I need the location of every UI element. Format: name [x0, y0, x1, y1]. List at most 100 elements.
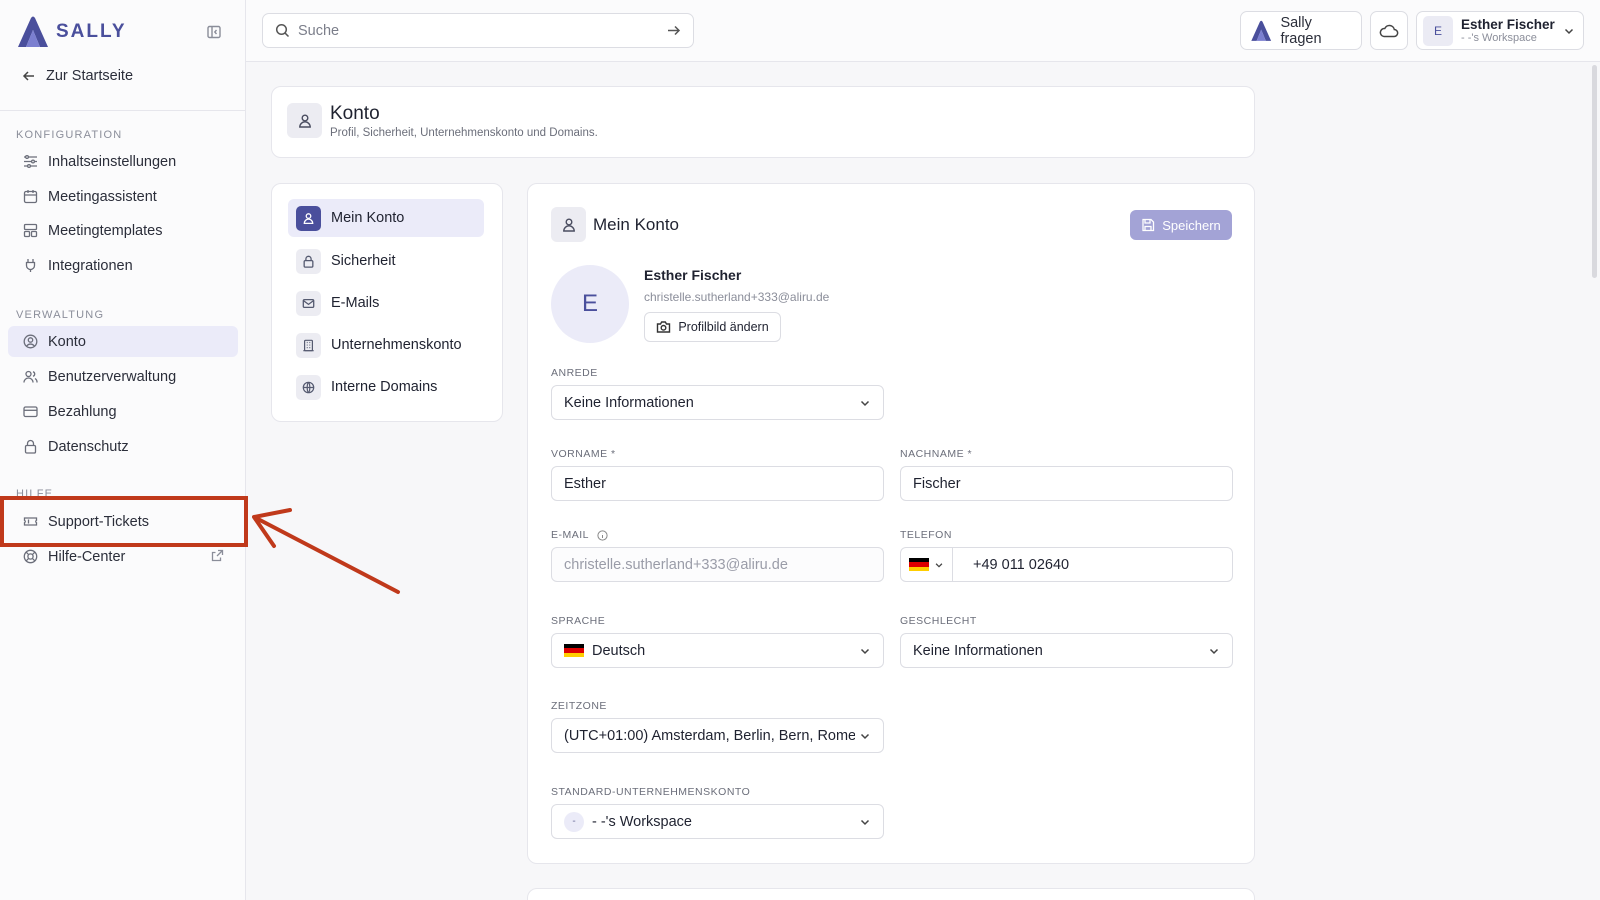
chevron-down-icon	[860, 648, 870, 655]
page-scrollbar[interactable]	[1592, 65, 1597, 278]
sidebar-item-konto[interactable]: Konto	[8, 326, 238, 357]
salutation-value: Keine Informationen	[564, 394, 694, 411]
search-icon	[275, 23, 290, 38]
lastname-label: NACHNAME *	[900, 448, 973, 460]
lastname-value: Fischer	[913, 475, 961, 492]
sidebar-collapse-icon[interactable]	[206, 24, 222, 40]
sidebar-item-label: Bezahlung	[48, 403, 117, 420]
user-circle-icon	[23, 334, 38, 349]
subnav-label: E-Mails	[331, 295, 380, 311]
page-header-card	[271, 86, 1255, 158]
users-icon	[23, 370, 38, 383]
change-photo-button[interactable]: Profilbild ändern	[644, 312, 781, 342]
cloud-sync-button[interactable]	[1370, 11, 1408, 50]
section-title-config: KONFIGURATION	[16, 129, 123, 141]
credit-card-icon	[23, 406, 38, 418]
save-icon	[1142, 218, 1155, 232]
firstname-value: Esther	[564, 475, 606, 492]
chevron-down-icon	[860, 733, 870, 740]
subnav-label: Sicherheit	[331, 253, 396, 269]
save-button[interactable]: Speichern	[1130, 210, 1232, 240]
user-workspace: - -'s Workspace	[1461, 31, 1537, 44]
email-label: E-MAIL	[551, 529, 590, 541]
timezone-select[interactable]: (UTC+01:00) Amsterdam, Berlin, Bern, Rom…	[551, 718, 884, 753]
subnav-item-unternehmenskonto[interactable]: Unternehmenskonto	[288, 326, 484, 364]
sidebar-item-meetingassistent[interactable]: Meetingassistent	[8, 181, 238, 212]
search-bar[interactable]	[262, 13, 694, 48]
user-icon	[562, 218, 575, 232]
phone-country-select[interactable]	[901, 548, 953, 581]
user-menu-button[interactable]: E Esther Fischer - -'s Workspace	[1416, 11, 1584, 50]
template-icon	[23, 223, 38, 238]
chevron-down-icon	[860, 400, 870, 407]
phone-value: +49 011 02640	[973, 556, 1070, 573]
chevron-down-icon	[1209, 648, 1219, 655]
german-flag-icon	[909, 558, 929, 571]
sidebar-item-label: Benutzerverwaltung	[48, 368, 177, 385]
phone-label: TELEFON	[900, 529, 952, 541]
user-icon	[296, 205, 321, 231]
email-label-row: E-MAIL	[551, 529, 608, 541]
sally-logo-icon	[1251, 20, 1272, 41]
cloud-icon	[1379, 24, 1399, 37]
arrow-left-icon	[22, 71, 34, 81]
user-icon	[298, 114, 311, 128]
account-header-icon	[287, 103, 322, 138]
lastname-field[interactable]: Fischer	[900, 466, 1233, 501]
firstname-label: VORNAME *	[551, 448, 616, 460]
german-flag-icon	[564, 644, 584, 657]
page-subtitle: Profil, Sicherheit, Unternehmenskonto un…	[330, 127, 598, 139]
sidebar-divider	[0, 110, 246, 111]
firstname-field[interactable]: Esther	[551, 466, 884, 501]
sidebar-item-benutzerverwaltung[interactable]: Benutzerverwaltung	[8, 361, 238, 392]
subnav-label: Mein Konto	[331, 210, 405, 226]
info-icon[interactable]	[597, 529, 608, 541]
page-title: Konto	[330, 103, 380, 124]
globe-icon	[296, 374, 321, 400]
workspace-avatar: -	[564, 811, 584, 832]
sally-logo[interactable]: SALLY	[16, 16, 127, 48]
external-link-icon	[211, 549, 224, 562]
my-account-header-icon	[551, 207, 586, 242]
sidebar-item-label: Hilfe-Center	[48, 548, 126, 565]
brand-name: SALLY	[56, 21, 127, 42]
search-input[interactable]	[298, 22, 658, 39]
phone-field[interactable]: +49 011 02640	[900, 547, 1233, 582]
chevron-down-icon	[935, 562, 943, 568]
company-select[interactable]: - - -'s Workspace	[551, 804, 884, 839]
gender-value: Keine Informationen	[913, 642, 1043, 659]
timezone-label: ZEITZONE	[551, 700, 607, 712]
chevron-down-icon	[1564, 28, 1574, 35]
subnav-item-interne-domains[interactable]: Interne Domains	[288, 368, 484, 406]
sidebar-item-label: Meetingassistent	[48, 188, 157, 205]
building-icon	[296, 332, 321, 358]
plug-icon	[25, 259, 36, 272]
gender-select[interactable]: Keine Informationen	[900, 633, 1233, 668]
sidebar-item-datenschutz[interactable]: Datenschutz	[8, 431, 238, 462]
save-label: Speichern	[1162, 217, 1221, 233]
email-field: christelle.sutherland+333@aliru.de	[551, 547, 884, 582]
subnav-item-mein-konto[interactable]: Mein Konto	[288, 199, 484, 237]
highlight-box	[0, 496, 248, 547]
subnav-label: Interne Domains	[331, 379, 438, 395]
sidebar-item-meetingtemplates[interactable]: Meetingtemplates	[8, 215, 238, 246]
section-title-verwaltung: VERWALTUNG	[16, 309, 105, 321]
sidebar-item-bezahlung[interactable]: Bezahlung	[8, 396, 238, 427]
company-label: STANDARD-UNTERNEHMENSKONTO	[551, 786, 751, 798]
sidebar-item-inhaltseinstellungen[interactable]: Inhaltseinstellungen	[8, 146, 238, 177]
profile-email: christelle.sutherland+333@aliru.de	[644, 290, 830, 304]
subnav-item-sicherheit[interactable]: Sicherheit	[288, 242, 484, 280]
arrow-right-icon[interactable]	[666, 23, 681, 38]
my-account-card	[527, 183, 1255, 864]
salutation-select[interactable]: Keine Informationen	[551, 385, 884, 420]
language-select[interactable]: Deutsch	[551, 633, 884, 668]
sidebar-item-label: Inhaltseinstellungen	[48, 153, 177, 170]
mail-icon	[296, 290, 321, 316]
back-to-home-link[interactable]: Zur Startseite	[22, 68, 133, 84]
salutation-label: ANREDE	[551, 367, 598, 379]
ask-sally-button[interactable]: Sally fragen	[1240, 11, 1362, 50]
sidebar-item-integrationen[interactable]: Integrationen	[8, 250, 238, 281]
chevron-down-icon	[860, 819, 870, 826]
company-value: - -'s Workspace	[592, 813, 692, 830]
subnav-item-e-mails[interactable]: E-Mails	[288, 284, 484, 322]
